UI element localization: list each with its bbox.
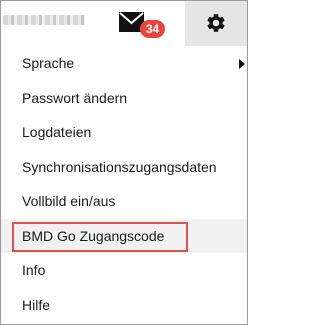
mail-button[interactable]: 34 bbox=[117, 11, 171, 39]
settings-dropdown-menu: Sprache Passwort ändern Logdateien Synch… bbox=[1, 46, 247, 322]
menu-item-label: Synchronisationszugangsdaten bbox=[22, 158, 217, 175]
menu-item-label: Info bbox=[22, 262, 46, 278]
menu-item-sprache[interactable]: Sprache bbox=[1, 46, 247, 81]
menu-item-synchronisationszugangsdaten[interactable]: Synchronisationszugangsdaten bbox=[1, 150, 247, 185]
mail-count-badge: 34 bbox=[140, 20, 165, 38]
settings-button[interactable] bbox=[185, 1, 247, 46]
submenu-arrow-icon bbox=[239, 59, 245, 69]
settings-window: 34 Sprache Passwort ändern Logdateien Sy… bbox=[0, 0, 248, 325]
menu-item-label: Passwort ändern bbox=[22, 89, 128, 106]
menu-item-passwort-aendern[interactable]: Passwort ändern bbox=[1, 81, 247, 116]
menu-item-info[interactable]: Info bbox=[1, 253, 247, 288]
menu-item-label: Vollbild ein/aus bbox=[22, 193, 116, 209]
gear-icon bbox=[207, 14, 225, 32]
menu-item-label: Sprache bbox=[22, 55, 75, 71]
menu-item-vollbild[interactable]: Vollbild ein/aus bbox=[1, 184, 247, 219]
menu-item-label: Hilfe bbox=[22, 296, 51, 313]
top-bar: 34 bbox=[1, 1, 247, 46]
menu-item-label: BMD Go Zugangscode bbox=[22, 227, 165, 244]
menu-item-hilfe[interactable]: Hilfe bbox=[1, 288, 247, 323]
menu-item-bmd-go-zugangscode[interactable]: BMD Go Zugangscode bbox=[1, 218, 247, 253]
menu-item-logdateien[interactable]: Logdateien bbox=[1, 115, 247, 150]
blurred-user-name bbox=[3, 15, 85, 25]
menu-item-label: Logdateien bbox=[22, 124, 92, 140]
